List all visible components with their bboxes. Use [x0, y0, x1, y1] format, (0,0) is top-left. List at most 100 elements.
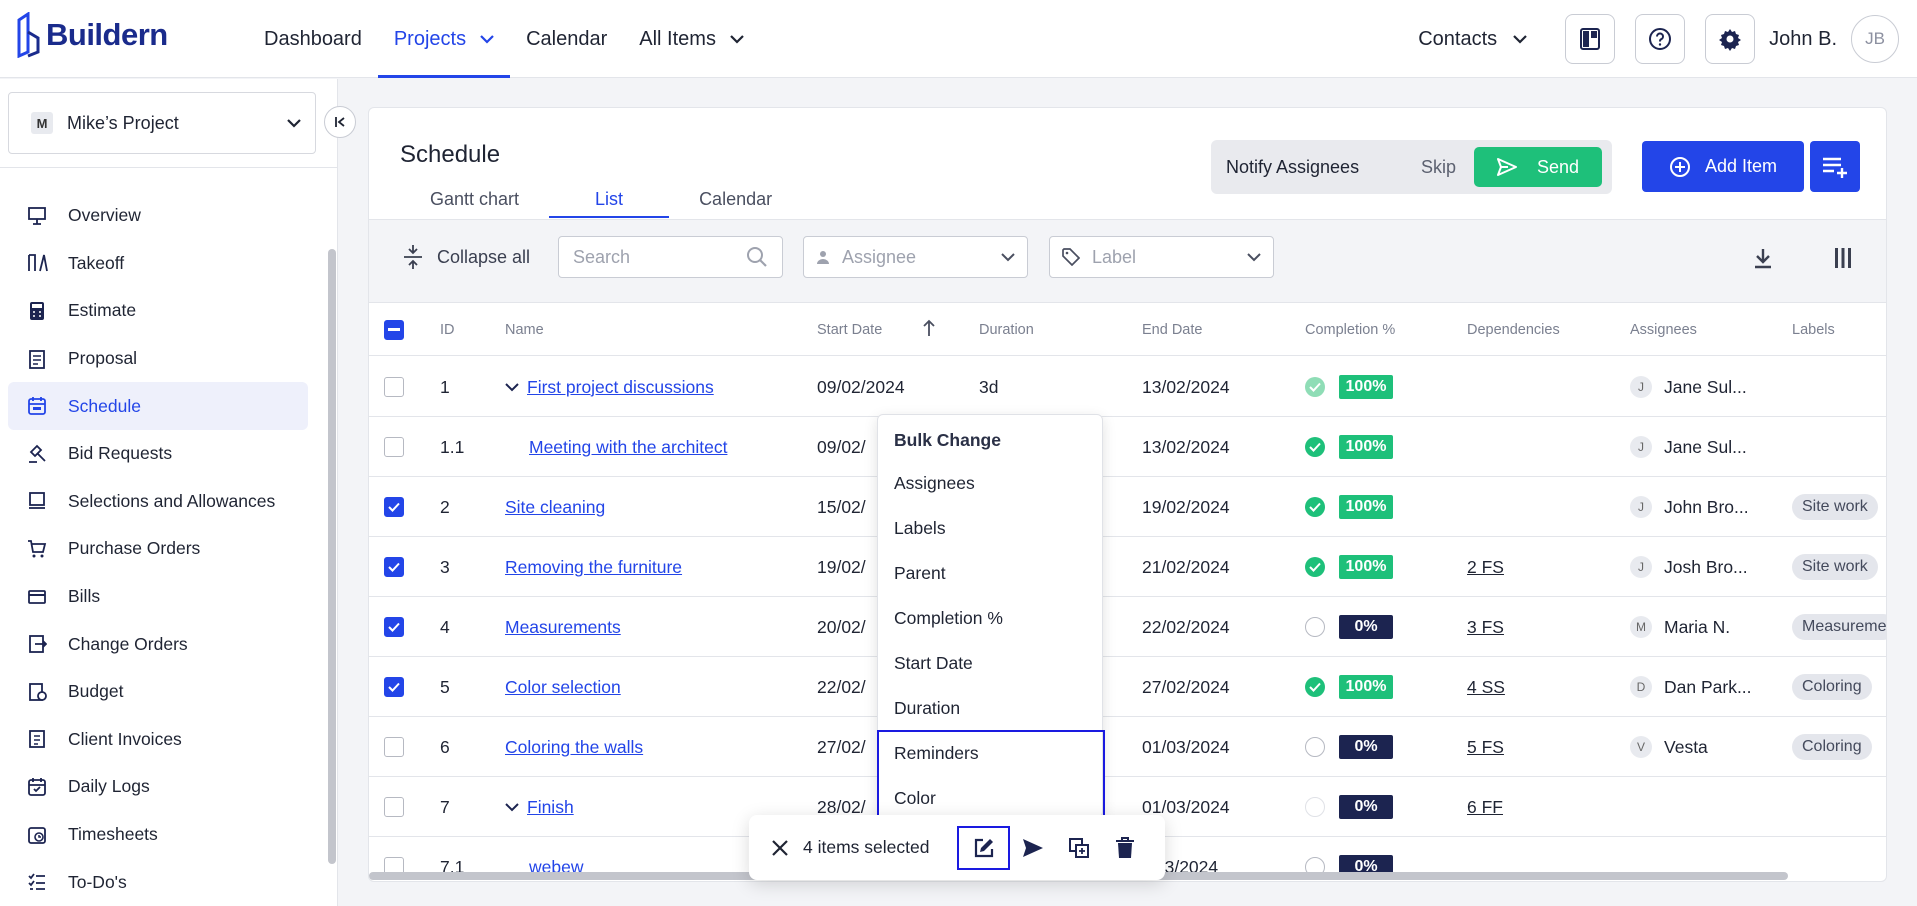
row-name-link[interactable]: Color selection	[505, 677, 621, 698]
select-all-checkbox[interactable]	[384, 320, 404, 340]
menu-item-start-date[interactable]: Start Date	[878, 641, 1102, 686]
buildern-logo[interactable]: Buildern	[16, 12, 168, 58]
row-checkbox[interactable]	[384, 437, 404, 457]
contacts-menu[interactable]: Contacts	[1418, 28, 1527, 51]
incomplete-icon[interactable]	[1305, 797, 1325, 817]
nav-calendar[interactable]: Calendar	[510, 0, 623, 78]
columns-button[interactable]	[1833, 247, 1853, 269]
sidebar-item-schedule[interactable]: Schedule	[8, 382, 308, 430]
sidebar-item-daily-logs[interactable]: Daily Logs	[8, 763, 308, 811]
sidebar-item-bid-requests[interactable]: Bid Requests	[8, 430, 308, 478]
sidebar-item-timesheets[interactable]: Timesheets	[8, 811, 308, 859]
send-selected-button[interactable]	[1010, 827, 1056, 869]
add-list-button[interactable]	[1810, 141, 1860, 192]
sidebar-item-selections[interactable]: Selections and Allowances	[8, 478, 308, 526]
col-duration[interactable]: Duration	[979, 322, 1034, 338]
row-name-link[interactable]: Meeting with the architect	[529, 437, 727, 458]
label-filter[interactable]: Label	[1049, 236, 1274, 278]
col-completion[interactable]: Completion %	[1305, 322, 1395, 338]
row-checkbox[interactable]	[384, 737, 404, 757]
sidebar-item-bills[interactable]: Bills	[8, 573, 308, 621]
collapse-all-button[interactable]: Collapse all	[403, 244, 530, 270]
sidebar-item-todos[interactable]: To-Do's	[8, 858, 308, 906]
dependency-link[interactable]: 2 FS	[1467, 557, 1504, 578]
duplicate-button[interactable]	[1056, 827, 1102, 869]
sidebar-item-purchase-orders[interactable]: Purchase Orders	[8, 525, 308, 573]
row-checkbox-checked[interactable]	[384, 557, 404, 577]
row-name-link[interactable]: Measurements	[505, 617, 621, 638]
menu-item-labels[interactable]: Labels	[878, 506, 1102, 551]
dependency-link[interactable]: 4 SS	[1467, 677, 1505, 698]
sidebar-scrollbar[interactable]	[328, 249, 336, 864]
row-checkbox[interactable]	[384, 797, 404, 817]
dependency-link[interactable]: 3 FS	[1467, 617, 1504, 638]
bulk-edit-button[interactable]	[957, 825, 1011, 870]
clear-selection-button[interactable]	[771, 839, 789, 857]
chevron-down-icon[interactable]	[505, 382, 519, 392]
table-row[interactable]: 3 Removing the furniture 19/02/ 21/02/20…	[369, 537, 1886, 597]
table-row[interactable]: 6 Coloring the walls 27/02/ 01/03/2024 0…	[369, 717, 1886, 777]
help-button[interactable]	[1635, 14, 1686, 64]
sidebar-item-client-invoices[interactable]: Client Invoices	[8, 716, 308, 764]
row-name-link[interactable]: Finish	[527, 797, 574, 818]
nav-projects[interactable]: Projects	[377, 0, 511, 78]
project-selector[interactable]: M Mike’s Project	[8, 92, 316, 154]
tab-gantt-chart[interactable]: Gantt chart	[400, 180, 549, 218]
nav-all-items[interactable]: All Items	[623, 0, 760, 78]
nav-dashboard[interactable]: Dashboard	[248, 0, 378, 78]
menu-item-duration[interactable]: Duration	[878, 686, 1102, 731]
row-name-link[interactable]: First project discussions	[527, 377, 714, 398]
col-assignees[interactable]: Assignees	[1630, 322, 1697, 338]
dependency-link[interactable]: 5 FS	[1467, 737, 1504, 758]
add-item-button[interactable]: Add Item	[1642, 141, 1804, 192]
sidebar-item-budget[interactable]: Budget	[8, 668, 308, 716]
incomplete-icon[interactable]	[1305, 617, 1325, 637]
user-avatar[interactable]: JB	[1851, 15, 1899, 63]
table-row[interactable]: 4 Measurements 20/02/ 22/02/2024 0% 3 FS…	[369, 597, 1886, 657]
table-row[interactable]: 1.1 Meeting with the architect 09/02/ 13…	[369, 417, 1886, 477]
settings-button[interactable]	[1705, 14, 1756, 64]
table-row[interactable]: 1 First project discussions 09/02/2024 3…	[369, 357, 1886, 417]
col-name[interactable]: Name	[505, 322, 544, 338]
incomplete-icon[interactable]	[1305, 737, 1325, 757]
layout-button[interactable]	[1565, 14, 1616, 64]
menu-item-reminders[interactable]: Reminders	[878, 731, 1102, 776]
tab-list[interactable]: List	[549, 180, 670, 218]
col-end-date[interactable]: End Date	[1142, 322, 1202, 338]
table-row[interactable]: 2 Site cleaning 15/02/ 19/02/2024 100% J…	[369, 477, 1886, 537]
sort-up-icon[interactable]	[922, 319, 936, 337]
sidebar-item-change-orders[interactable]: Change Orders	[8, 620, 308, 668]
row-checkbox-checked[interactable]	[384, 617, 404, 637]
col-labels[interactable]: Labels	[1792, 322, 1835, 338]
assignee-filter[interactable]: Assignee	[803, 236, 1028, 278]
menu-item-assignees[interactable]: Assignees	[878, 461, 1102, 506]
completed-icon[interactable]	[1305, 377, 1325, 397]
row-checkbox[interactable]	[384, 377, 404, 397]
row-name-link[interactable]: Coloring the walls	[505, 737, 643, 758]
tab-calendar[interactable]: Calendar	[669, 180, 802, 218]
col-start-date[interactable]: Start Date	[817, 322, 882, 338]
col-id[interactable]: ID	[440, 322, 455, 338]
completed-icon[interactable]	[1305, 437, 1325, 457]
skip-button[interactable]: Skip	[1421, 157, 1456, 178]
col-dependencies[interactable]: Dependencies	[1467, 322, 1560, 338]
row-checkbox-checked[interactable]	[384, 677, 404, 697]
row-checkbox-checked[interactable]	[384, 497, 404, 517]
collapse-sidebar-button[interactable]	[324, 106, 356, 138]
table-row[interactable]: 5 Color selection 22/02/ 27/02/2024 100%…	[369, 657, 1886, 717]
chevron-down-icon[interactable]	[505, 802, 519, 812]
sidebar-item-estimate[interactable]: Estimate	[8, 287, 308, 335]
search-input[interactable]: Search	[558, 236, 783, 278]
completed-icon[interactable]	[1305, 677, 1325, 697]
menu-item-parent[interactable]: Parent	[878, 551, 1102, 596]
sidebar-item-proposal[interactable]: Proposal	[8, 335, 308, 383]
download-button[interactable]	[1752, 247, 1774, 269]
sidebar-item-takeoff[interactable]: Takeoff	[8, 240, 308, 288]
send-button[interactable]: Send	[1474, 147, 1602, 187]
menu-item-completion[interactable]: Completion %	[878, 596, 1102, 641]
sidebar-item-overview[interactable]: Overview	[8, 192, 308, 240]
row-name-link[interactable]: Removing the furniture	[505, 557, 682, 578]
dependency-link[interactable]: 6 FF	[1467, 797, 1503, 818]
completed-icon[interactable]	[1305, 557, 1325, 577]
row-name-link[interactable]: Site cleaning	[505, 497, 605, 518]
